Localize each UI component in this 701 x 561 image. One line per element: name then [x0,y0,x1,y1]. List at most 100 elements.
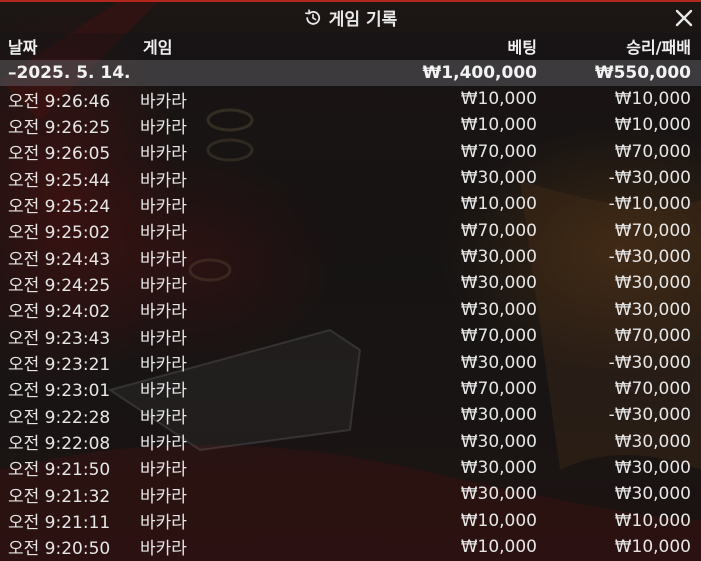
row-game: 바카라 [140,407,187,428]
row-time: 오전 9:25:02 [8,223,111,244]
table-row[interactable]: 오전 9:26:46 바카라 ₩10,000 ₩10,000 [0,86,701,112]
row-win-loss: -₩30,000 [608,352,691,373]
row-win-loss: -₩10,000 [608,194,691,215]
close-icon [675,9,693,27]
row-game: 바카라 [140,144,187,165]
row-game: 바카라 [140,460,187,481]
row-bet: ₩10,000 [460,510,537,531]
row-time: 오전 9:25:24 [8,196,111,217]
table-row[interactable]: 오전 9:23:21 바카라 ₩30,000 -₩30,000 [0,350,701,376]
row-bet: ₩10,000 [460,89,537,109]
row-bet: ₩30,000 [460,247,537,268]
row-game: 바카라 [140,196,187,217]
table-row[interactable]: 오전 9:23:43 바카라 ₩70,000 ₩70,000 [0,323,701,349]
history-icon [304,8,322,27]
row-game: 바카라 [140,249,187,270]
row-time: 오전 9:21:50 [8,460,111,481]
row-win-loss: -₩30,000 [608,168,691,189]
row-win-loss: ₩70,000 [614,141,691,162]
table-row[interactable]: 오전 9:26:25 바카라 ₩10,000 ₩10,000 [0,112,701,138]
summary-bet: ₩1,400,000 [422,63,537,83]
row-game: 바카라 [140,381,187,402]
table-row[interactable]: 오전 9:22:08 바카라 ₩30,000 ₩30,000 [0,429,701,455]
row-bet: ₩70,000 [460,378,537,399]
row-bet: ₩30,000 [460,484,537,505]
row-time: 오전 9:21:11 [8,513,111,534]
row-win-loss: ₩30,000 [614,457,691,478]
row-win-loss: ₩10,000 [614,115,691,136]
dialog-title: 게임 기록 [328,10,398,30]
row-bet: ₩30,000 [460,168,537,189]
row-bet: ₩10,000 [460,115,537,136]
row-bet: ₩30,000 [460,352,537,373]
table-row[interactable]: 오전 9:23:01 바카라 ₩70,000 ₩70,000 [0,376,701,402]
row-bet: ₩10,000 [460,536,537,557]
table-row[interactable]: 오전 9:20:50 바카라 ₩10,000 ₩10,000 [0,534,701,560]
table-row[interactable]: 오전 9:24:25 바카라 ₩30,000 ₩30,000 [0,270,701,296]
row-win-loss: -₩30,000 [608,405,691,426]
row-time: 오전 9:23:01 [8,381,111,402]
row-bet: ₩30,000 [460,273,537,294]
column-date: 날짜 [8,38,38,57]
row-game: 바카라 [140,117,187,138]
row-win-loss: ₩30,000 [614,273,691,294]
row-game: 바카라 [140,302,187,323]
row-time: 오전 9:24:02 [8,302,111,323]
table-header: 날짜 게임 베팅 승리/패배 [0,33,701,59]
table-row[interactable]: 오전 9:26:05 바카라 ₩70,000 ₩70,000 [0,139,701,165]
row-win-loss: ₩70,000 [614,378,691,399]
row-game: 바카라 [140,513,187,534]
date-summary-row[interactable]: –2025. 5. 14. ₩1,400,000 ₩550,000 [0,60,701,86]
close-button[interactable] [671,5,697,31]
row-bet: ₩70,000 [460,220,537,241]
column-bet: 베팅 [507,38,537,57]
row-game: 바카라 [140,170,187,191]
row-win-loss: ₩30,000 [614,299,691,320]
table-row[interactable]: 오전 9:21:32 바카라 ₩30,000 ₩30,000 [0,481,701,507]
row-win-loss: ₩70,000 [614,326,691,347]
row-time: 오전 9:24:25 [8,275,111,296]
row-time: 오전 9:23:21 [8,355,111,375]
table-row[interactable]: 오전 9:25:44 바카라 ₩30,000 -₩30,000 [0,165,701,191]
row-game: 바카라 [140,275,187,296]
row-win-loss: -₩30,000 [608,247,691,268]
summary-date: –2025. 5. 14. [8,63,131,83]
table-row[interactable]: 오전 9:21:11 바카라 ₩10,000 ₩10,000 [0,508,701,534]
row-time: 오전 9:24:43 [8,249,111,270]
row-bet: ₩70,000 [460,141,537,162]
row-time: 오전 9:21:32 [8,486,111,507]
row-game: 바카라 [140,486,187,507]
row-win-loss: ₩10,000 [614,536,691,557]
row-time: 오전 9:26:05 [8,144,111,165]
row-game: 바카라 [140,328,187,349]
row-bet: ₩10,000 [460,194,537,215]
row-game: 바카라 [140,355,187,375]
row-time: 오전 9:23:43 [8,328,111,349]
row-game: 바카라 [140,434,187,455]
row-time: 오전 9:25:44 [8,170,111,191]
row-game: 바카라 [140,91,187,112]
dialog-header: 게임 기록 [0,0,701,33]
table-row[interactable]: 오전 9:21:50 바카라 ₩30,000 ₩30,000 [0,455,701,481]
row-bet: ₩30,000 [460,431,537,452]
table-row[interactable]: 오전 9:25:02 바카라 ₩70,000 ₩70,000 [0,218,701,244]
row-bet: ₩30,000 [460,405,537,426]
row-win-loss: ₩10,000 [614,89,691,109]
column-win-loss: 승리/패배 [626,38,691,57]
table-row[interactable]: 오전 9:25:24 바카라 ₩10,000 -₩10,000 [0,191,701,217]
table-row[interactable]: 오전 9:24:43 바카라 ₩30,000 -₩30,000 [0,244,701,270]
row-win-loss: ₩10,000 [614,510,691,531]
row-bet: ₩30,000 [460,457,537,478]
row-bet: ₩70,000 [460,326,537,347]
row-win-loss: ₩70,000 [614,220,691,241]
row-time: 오전 9:22:28 [8,407,111,428]
row-time: 오전 9:26:46 [8,91,111,112]
table-row[interactable]: 오전 9:24:02 바카라 ₩30,000 ₩30,000 [0,297,701,323]
column-game: 게임 [143,38,173,57]
row-game: 바카라 [140,539,187,560]
row-time: 오전 9:20:50 [8,539,111,560]
row-win-loss: ₩30,000 [614,484,691,505]
summary-win-loss: ₩550,000 [594,63,691,83]
table-row[interactable]: 오전 9:22:28 바카라 ₩30,000 -₩30,000 [0,402,701,428]
row-win-loss: ₩30,000 [614,431,691,452]
